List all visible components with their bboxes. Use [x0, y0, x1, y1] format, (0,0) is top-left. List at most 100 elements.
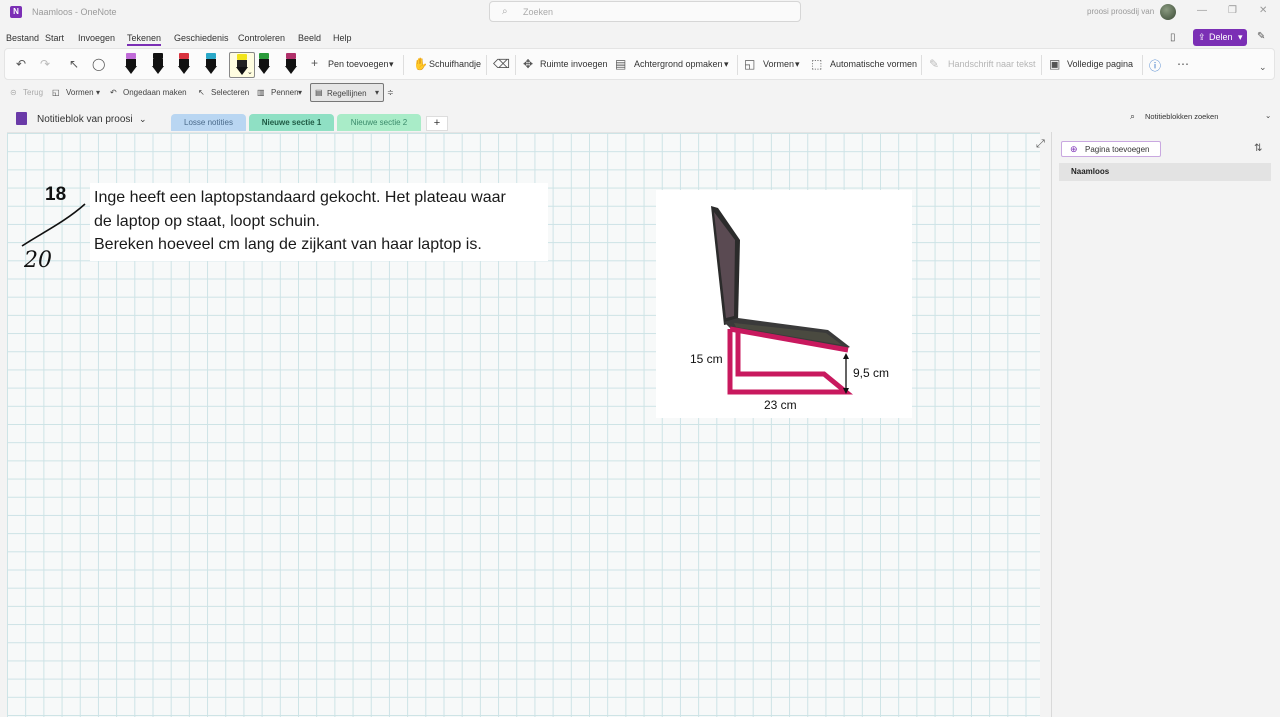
score-denominator: 20	[24, 248, 52, 273]
shapes-dropdown[interactable]: Vormen	[66, 88, 94, 97]
tab-label: Losse notities	[184, 118, 233, 127]
menu-controleren[interactable]: Controleren	[238, 33, 285, 43]
back-button[interactable]: Terug	[23, 88, 43, 97]
rule-lines-button[interactable]: ▤ Regellijnen ▾	[310, 83, 384, 102]
redo-icon[interactable]: ↷	[40, 57, 50, 71]
highlighter-selected[interactable]: ⌄	[229, 52, 255, 78]
search-placeholder: Zoeken	[523, 7, 554, 17]
undo-icon[interactable]: ↶	[16, 57, 26, 71]
tab-losse-notities[interactable]: Losse notities	[171, 114, 246, 131]
pen-3[interactable]	[178, 53, 190, 75]
hand-icon: ✋	[413, 57, 428, 71]
full-page-icon: ▣	[1049, 57, 1061, 71]
divider	[515, 55, 516, 75]
select-button[interactable]: Selecteren	[211, 88, 249, 97]
label-height-left: 15 cm	[690, 352, 723, 366]
add-page-label: Pagina toevoegen	[1085, 145, 1150, 154]
divider	[1041, 55, 1042, 75]
pen-mode-icon[interactable]: ✎	[1257, 31, 1265, 42]
search-icon: ⌕	[502, 6, 508, 17]
auto-shapes-icon: ⬚	[811, 57, 823, 71]
laptop-stand-figure	[656, 190, 912, 418]
notebook-icon	[16, 112, 27, 125]
title-bar: N Naamloos - OneNote ⌕ Zoeken proosi pro…	[0, 0, 1280, 26]
add-page-button[interactable]: ⊕ Pagina toevoegen	[1061, 141, 1161, 157]
pen-tip	[258, 66, 270, 74]
pan-button[interactable]: Schuifhandje	[429, 59, 481, 69]
chevron-down-icon: ⌄	[1265, 111, 1272, 120]
format-background-button[interactable]: Achtergrond opmaken	[634, 59, 723, 69]
insert-space-button[interactable]: Ruimte invoegen	[540, 59, 608, 69]
insert-space-icon: ✥	[523, 57, 534, 71]
help-icon[interactable]: ⓘ	[1149, 57, 1161, 74]
window-title: Naamloos - OneNote	[32, 7, 117, 17]
avatar[interactable]	[1160, 4, 1176, 20]
notebook-bar: Notitieblok van proosi ⌄ Losse notities …	[0, 108, 1280, 132]
pen-6[interactable]	[258, 53, 270, 75]
notebook-view-icon[interactable]: ▯	[1170, 32, 1176, 43]
eraser-icon[interactable]: ⌫	[493, 57, 510, 71]
ink-to-text-button[interactable]: Handschrift naar tekst	[948, 59, 1036, 69]
menu-tekenen[interactable]: Tekenen	[127, 33, 162, 46]
collapse-ribbon-icon[interactable]: ⌄	[1259, 62, 1267, 73]
sort-icon[interactable]: ⇅	[1254, 143, 1262, 154]
customize-toolbar-icon[interactable]: ≑	[387, 88, 394, 97]
pen-4[interactable]	[205, 53, 217, 75]
tab-label: Nieuwe sectie 1	[261, 118, 322, 127]
pens-dropdown[interactable]: Pennen	[271, 88, 299, 97]
question-text[interactable]: Inge heeft een laptopstandaard gekocht. …	[94, 186, 506, 257]
chevron-down-icon[interactable]: ▾	[298, 88, 302, 97]
expand-icon[interactable]: ⤢	[1036, 138, 1045, 151]
pen-tip	[205, 66, 217, 74]
page-list-item[interactable]: Naamloos	[1059, 163, 1271, 181]
pen-tip	[152, 66, 164, 74]
add-page-icon: ⊕	[1070, 144, 1078, 154]
chevron-down-icon[interactable]: ▾	[795, 59, 800, 70]
share-button[interactable]: ⇪ Delen ▾	[1193, 29, 1247, 46]
pen-2[interactable]	[152, 53, 164, 75]
search-input[interactable]: ⌕ Zoeken	[489, 1, 801, 22]
share-label: Delen	[1209, 32, 1233, 42]
user-name[interactable]: proosi proosdij van	[1087, 7, 1154, 16]
menu-help[interactable]: Help	[333, 33, 352, 43]
more-options-icon[interactable]: ⋯	[1177, 57, 1189, 71]
auto-shapes-button[interactable]: Automatische vormen	[830, 59, 917, 69]
notebook-search-input[interactable]: ⌕ Notitieblokken zoeken ⌄	[1124, 109, 1274, 125]
add-pen-button[interactable]: Pen toevoegen	[328, 59, 389, 69]
chevron-down-icon[interactable]: ▾	[724, 59, 729, 70]
notebook-search-label: Notitieblokken zoeken	[1145, 112, 1219, 121]
label-base: 23 cm	[764, 398, 797, 412]
shapes-button[interactable]: Vormen	[763, 59, 794, 69]
menu-invoegen[interactable]: Invoegen	[78, 33, 115, 43]
menu-geschiedenis[interactable]: Geschiedenis	[174, 33, 229, 43]
lasso-icon[interactable]: ◯	[92, 57, 105, 71]
restore-icon[interactable]: ❐	[1228, 5, 1237, 16]
rule-lines-label: Regellijnen	[327, 89, 367, 98]
pen-body	[153, 59, 163, 66]
back-icon[interactable]: ⊝	[10, 88, 17, 97]
undo-button[interactable]: Ongedaan maken	[123, 88, 187, 97]
score-fraction-line	[21, 203, 86, 247]
add-section-button[interactable]: +	[426, 116, 448, 131]
menu-bestand[interactable]: Bestand	[6, 33, 39, 43]
chevron-down-icon: ⌄	[247, 69, 253, 76]
divider	[737, 55, 738, 75]
chevron-down-icon[interactable]: ⌄	[139, 114, 147, 125]
pen-body	[237, 60, 247, 67]
pens-icon: ▥	[257, 88, 265, 97]
close-icon[interactable]: ✕	[1259, 5, 1267, 16]
tab-nieuwe-sectie-2[interactable]: Nieuwe sectie 2	[337, 114, 421, 131]
menu-beeld[interactable]: Beeld	[298, 33, 321, 43]
menu-start[interactable]: Start	[45, 33, 64, 43]
pen-7[interactable]	[285, 53, 297, 75]
full-page-button[interactable]: Volledige pagina	[1067, 59, 1133, 69]
notebook-name[interactable]: Notitieblok van proosi	[37, 114, 133, 125]
chevron-down-icon[interactable]: ▾	[96, 88, 100, 97]
lasso-select-icon[interactable]: ↖	[69, 57, 79, 71]
pen-body	[126, 59, 136, 66]
pen-tip	[125, 66, 137, 74]
minimize-icon[interactable]: —	[1197, 5, 1207, 16]
chevron-down-icon[interactable]: ▾	[389, 59, 394, 70]
tab-nieuwe-sectie-1[interactable]: Nieuwe sectie 1	[249, 114, 334, 131]
pen-1[interactable]	[125, 53, 137, 75]
